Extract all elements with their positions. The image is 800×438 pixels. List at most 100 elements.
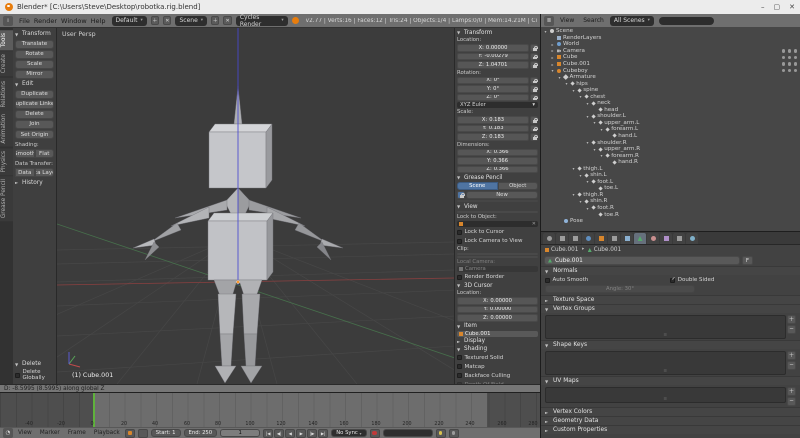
expand-arrow-icon[interactable]: ▾ — [578, 173, 583, 178]
outliner-menu-item[interactable]: View — [558, 17, 576, 24]
transport-button[interactable]: ▶| — [318, 429, 328, 438]
properties-tab[interactable] — [556, 233, 568, 244]
vertex-colors-panel-header[interactable]: ►Vertex Colors — [541, 407, 800, 416]
scene-select[interactable]: Scene▾ — [175, 16, 207, 26]
uv-maps-panel-header[interactable]: ▼UV Maps — [541, 376, 800, 385]
view-panel-header[interactable]: ▼View — [457, 203, 538, 210]
lock-icon[interactable] — [530, 53, 538, 61]
pencil-icon[interactable] — [457, 191, 465, 199]
location-field[interactable]: X:0.00000 — [457, 44, 529, 52]
properties-tab[interactable] — [686, 233, 698, 244]
scale-field[interactable]: X:0.183 — [457, 116, 529, 124]
3d-cursor-panel-header[interactable]: ▼3D Cursor — [457, 282, 538, 289]
properties-tab[interactable] — [595, 233, 607, 244]
tool-shelf-tab[interactable]: Grease Pencil — [0, 176, 13, 221]
transport-button[interactable]: |▶ — [307, 429, 317, 438]
remove-shape-key-button[interactable]: − — [787, 361, 796, 370]
gp-new-layer-button[interactable]: New Layer — [457, 200, 538, 202]
tool-shelf-tab[interactable]: Relations — [0, 78, 13, 111]
add-layout-button[interactable]: ＋ — [151, 16, 159, 25]
dimension-field[interactable]: X:0.366 — [457, 149, 538, 157]
lock-icon[interactable] — [530, 94, 538, 102]
transform-panel-header[interactable]: ▼Transform — [457, 29, 538, 36]
visibility-toggles[interactable] — [782, 49, 798, 53]
remove-vertex-group-button[interactable]: − — [787, 325, 796, 334]
transport-button[interactable]: ▶ — [296, 429, 306, 438]
location-field[interactable]: Y:-0.00279 — [457, 53, 529, 61]
viewport-canvas[interactable]: User Persp (1) Cube.001 — [57, 28, 454, 384]
remove-layout-button[interactable]: ✕ — [163, 16, 171, 25]
properties-tab[interactable] — [621, 233, 633, 244]
expand-arrow-icon[interactable]: ▾ — [557, 75, 562, 80]
shape-keys-panel-header[interactable]: ▼Shape Keys — [541, 340, 800, 349]
shape-keys-list[interactable]: ≡ — [545, 351, 786, 375]
info-menu-item[interactable]: File — [17, 17, 32, 25]
editor-type-icon[interactable]: i — [3, 16, 13, 26]
transport-button[interactable]: ◀ — [285, 429, 295, 438]
remove-uv-map-button[interactable]: − — [787, 397, 796, 406]
editor-type-icon[interactable]: ◔ — [3, 428, 13, 438]
cursor-location-field[interactable]: Z:0.00000 — [457, 314, 538, 322]
transform-tool-button[interactable]: Rotate — [15, 50, 54, 59]
resize-grip[interactable]: ≡ — [663, 370, 667, 374]
outliner-display-mode-select[interactable]: All Scenes▾ — [610, 16, 654, 26]
expand-arrow-icon[interactable]: ▾ — [585, 114, 590, 119]
set-origin-button[interactable]: Set Origin — [15, 130, 54, 139]
delete-keyframe-button[interactable] — [449, 429, 459, 438]
clear-icon[interactable]: ✕ — [532, 221, 536, 227]
timeline-ruler[interactable]: -40-200204060801001201401601802002202402… — [0, 393, 540, 427]
expand-arrow-icon[interactable]: ▾ — [585, 206, 590, 211]
transform-tool-button[interactable]: Translate — [15, 40, 54, 49]
dimension-field[interactable]: Y:0.366 — [457, 157, 538, 165]
location-field[interactable]: Z:1.04701 — [457, 61, 529, 69]
lock-icon[interactable] — [530, 133, 538, 141]
data-transfer-button[interactable]: Data — [15, 168, 35, 177]
gp-scene-toggle[interactable]: Scene — [457, 182, 498, 190]
texture-space-panel-header[interactable]: ►Texture Space — [541, 295, 800, 304]
remove-scene-button[interactable]: ✕ — [223, 16, 231, 25]
redo-panel-header[interactable]: ▼Delete — [15, 360, 54, 368]
lock-icon[interactable] — [530, 44, 538, 52]
outliner-search-input[interactable] — [659, 17, 714, 25]
delete-globally-checkbox[interactable]: Delete Globally — [15, 368, 54, 382]
auto-smooth-angle-slider[interactable]: Angle: 30° — [545, 285, 695, 293]
add-uv-map-button[interactable]: ＋ — [787, 387, 796, 396]
close-button[interactable]: ✕ — [789, 3, 795, 11]
properties-tab[interactable] — [582, 233, 594, 244]
lens-field[interactable]: Lens: 35.000 — [457, 211, 538, 213]
expand-arrow-icon[interactable]: ▾ — [592, 120, 597, 125]
visibility-toggles[interactable] — [782, 62, 798, 66]
shading-option-checkbox[interactable]: Backface Culling — [457, 372, 538, 380]
maximize-button[interactable]: ▢ — [774, 3, 781, 11]
transport-button[interactable]: |◀ — [263, 429, 273, 438]
tool-shelf-tab[interactable]: Tools — [0, 30, 13, 50]
properties-tab[interactable] — [608, 233, 620, 244]
expand-arrow-icon[interactable]: ▸ — [550, 62, 555, 67]
properties-tab[interactable] — [543, 233, 555, 244]
visibility-toggles[interactable] — [782, 69, 798, 73]
lock-icon[interactable] — [530, 77, 538, 85]
shading-option-checkbox[interactable]: Matcap — [457, 363, 538, 371]
keying-set-field[interactable] — [383, 429, 433, 438]
expand-arrow-icon[interactable]: ▾ — [585, 179, 590, 184]
expand-arrow-icon[interactable]: ▾ — [592, 147, 597, 152]
add-vertex-group-button[interactable]: ＋ — [787, 315, 796, 324]
screen-layout-select[interactable]: Default▾ — [112, 16, 147, 26]
edit-tool-button[interactable]: Delete — [15, 110, 54, 119]
double-sided-checkbox[interactable]: Double Sided — [670, 276, 714, 284]
properties-tab[interactable] — [634, 233, 646, 244]
lock-icon[interactable] — [530, 85, 538, 93]
properties-tab[interactable] — [660, 233, 672, 244]
timeline-menu-item[interactable]: Playback — [92, 430, 122, 436]
current-frame-field[interactable]: 1 — [220, 429, 260, 438]
render-engine-select[interactable]: Cycles Render▾ — [236, 16, 288, 26]
timeline-menu-item[interactable]: View — [16, 430, 34, 436]
transform-panel-header[interactable]: ▼Transform — [15, 30, 54, 38]
properties-tab[interactable] — [647, 233, 659, 244]
object-name-field[interactable]: Cube.001 — [457, 331, 538, 337]
resize-grip[interactable]: ≡ — [663, 334, 667, 338]
shade-smooth-button[interactable]: Smooth — [15, 149, 35, 158]
edit-panel-header[interactable]: ▼Edit — [15, 80, 54, 88]
scale-field[interactable]: Y:0.183 — [457, 125, 529, 133]
rotation-field[interactable]: Z:0° — [457, 94, 529, 102]
